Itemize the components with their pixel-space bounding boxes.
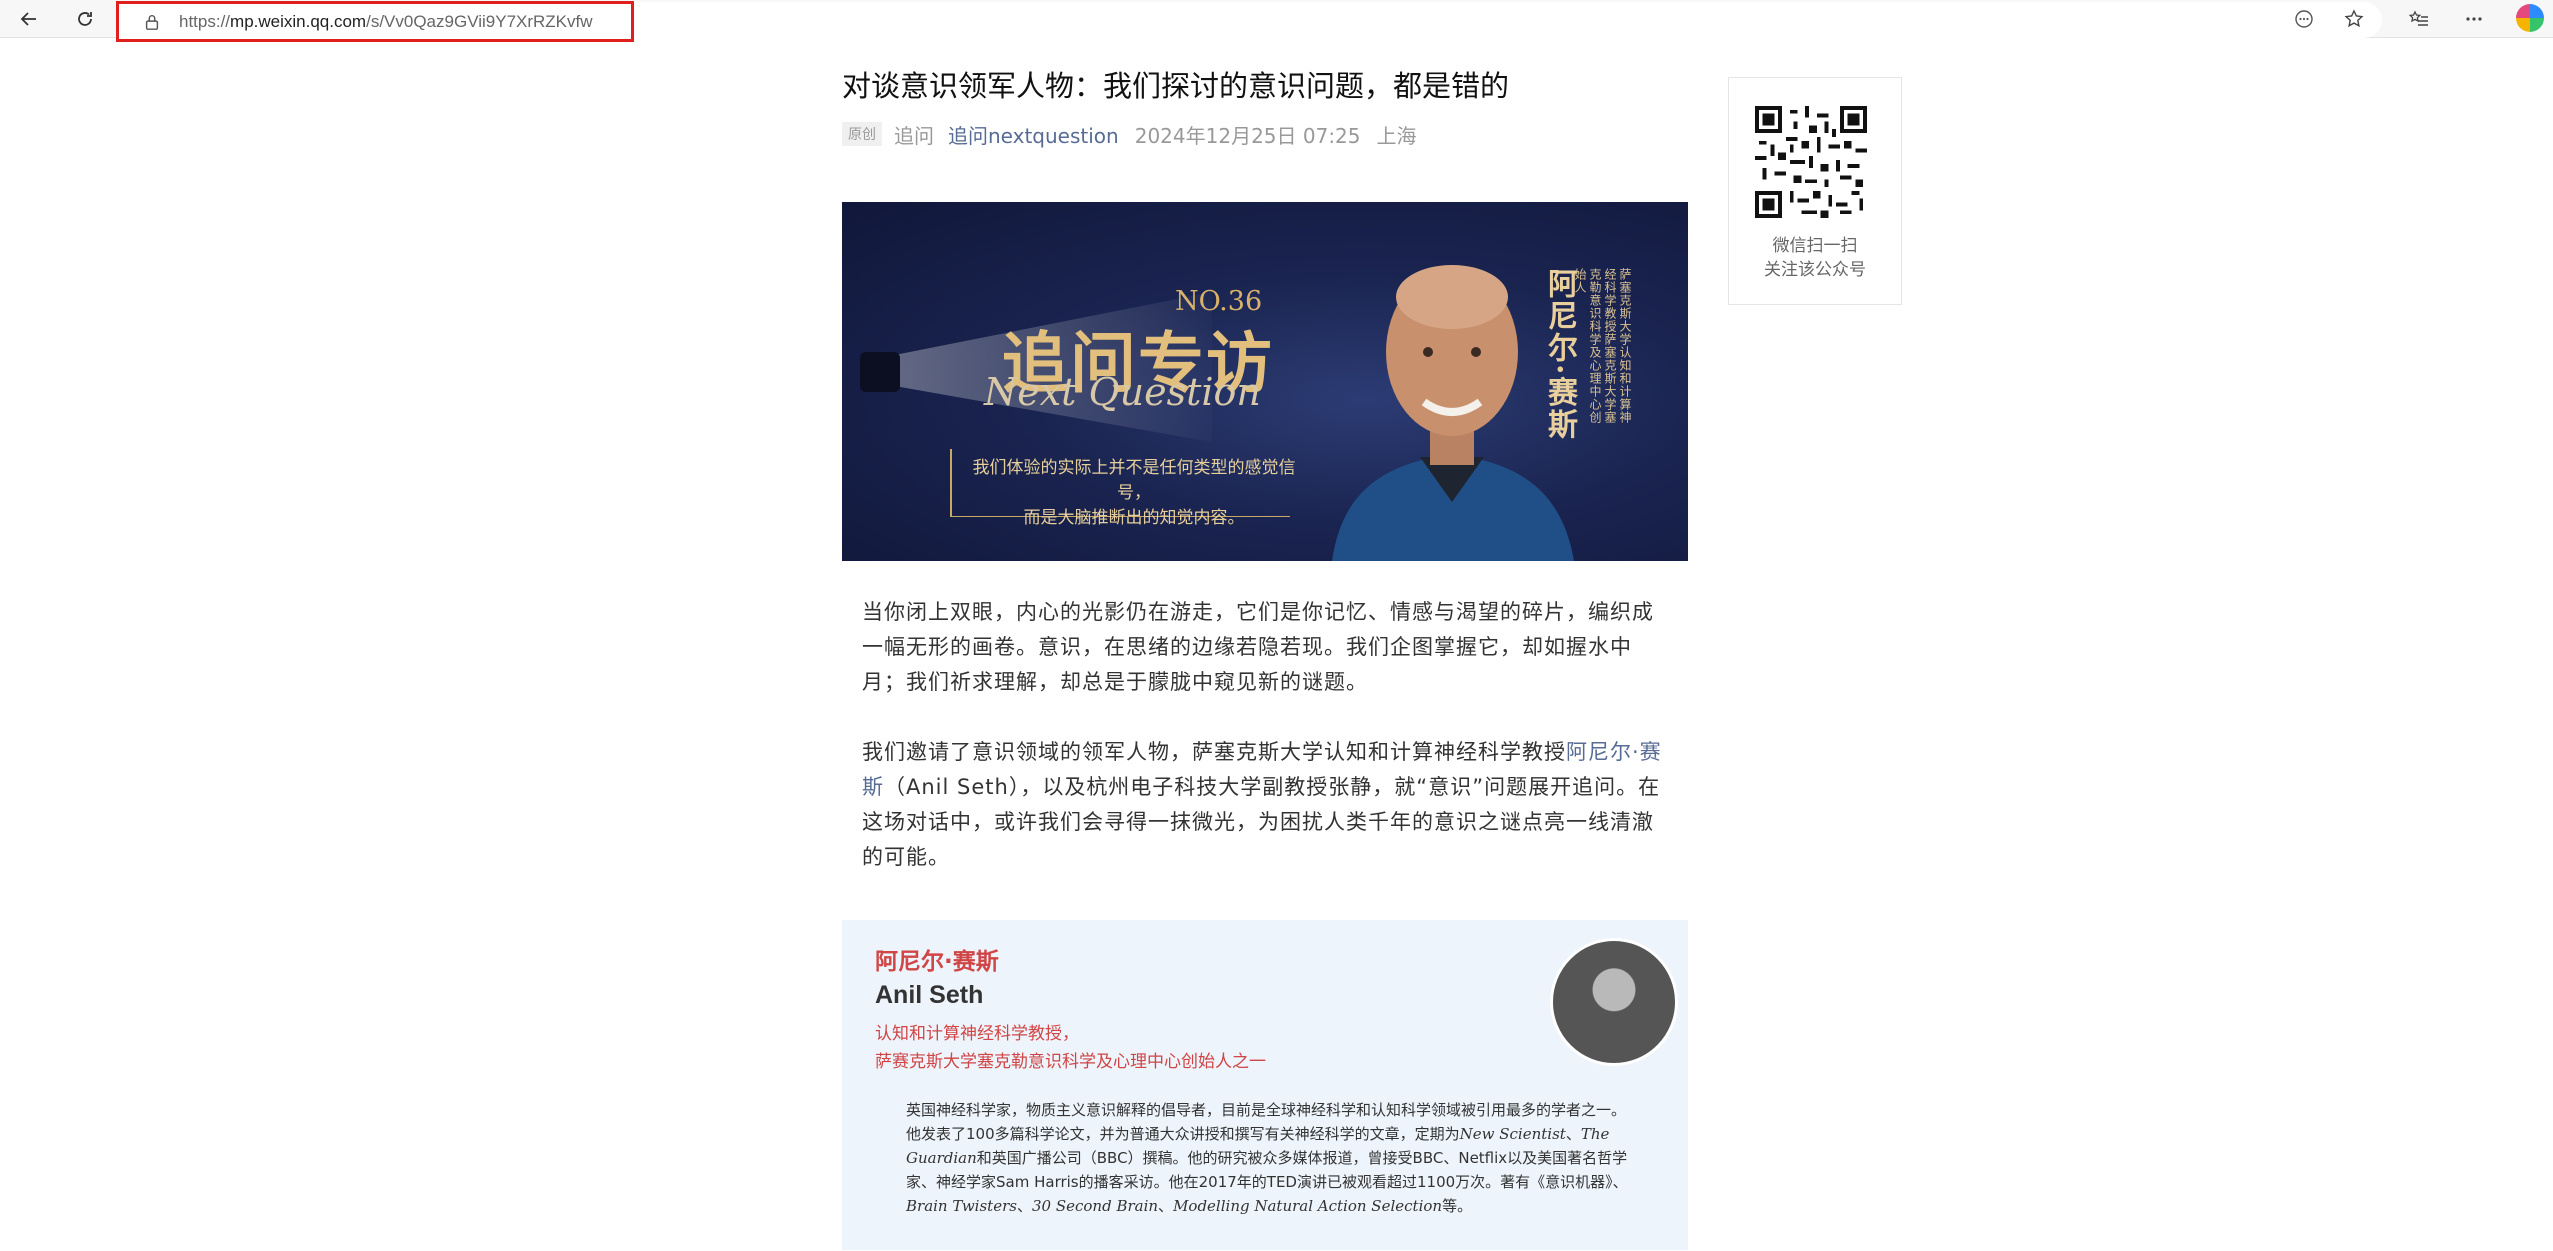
- banner-image: NO.36 追问专访 Next Question 我们体验的实际上并不是任何类型…: [842, 202, 1688, 561]
- banner-side-subtitle: 萨塞克斯大学认知和计算神经科学教授萨塞克斯大学塞克勒意识科学及心理中心创始人: [1573, 268, 1632, 424]
- invite-paragraph: 我们邀请了意识领域的领军人物，萨塞克斯大学认知和计算神经科学教授阿尼尔·赛斯（A…: [862, 740, 1662, 869]
- article-meta: 原创 追问 追问nextquestion 2024年12月25日 07:25 上…: [842, 116, 1688, 152]
- intro-paragraph: 当你闭上双眼，内心的光影仍在游走，它们是你记忆、情感与渴望的碎片，编织成一幅无形…: [862, 600, 1654, 694]
- back-icon[interactable]: [14, 4, 44, 34]
- profile-card: 阿尼尔·赛斯 Anil Seth 认知和计算神经科学教授， 萨赛克斯大学塞克勒意…: [842, 920, 1688, 1250]
- url-text[interactable]: https://mp.weixin.qq.com/s/Vv0Qaz9GVii9Y…: [179, 12, 593, 32]
- copilot-icon[interactable]: [2516, 4, 2544, 32]
- address-bar[interactable]: https://mp.weixin.qq.com/s/Vv0Qaz9GVii9Y…: [116, 1, 634, 42]
- account-link[interactable]: 追问nextquestion: [948, 120, 1119, 149]
- original-badge: 原创: [842, 122, 882, 146]
- refresh-icon[interactable]: [70, 4, 100, 34]
- favorites-list-icon[interactable]: [2404, 4, 2434, 34]
- profile-name-en: Anil Seth: [875, 981, 984, 1009]
- article-title: 对谈意识领军人物：我们探讨的意识问题，都是错的: [842, 69, 1510, 103]
- more-menu-icon[interactable]: [2459, 4, 2489, 34]
- banner-quote: 我们体验的实际上并不是任何类型的感觉信号， 而是大脑推断出的知觉内容。: [972, 458, 1296, 528]
- avatar: [1550, 938, 1678, 1066]
- author-name: 追问: [894, 123, 934, 148]
- omnibox[interactable]: [634, 2, 2382, 38]
- lock-icon[interactable]: [143, 13, 165, 31]
- article: 对谈意识领军人物：我们探讨的意识问题，都是错的 原创 追问 追问nextques…: [842, 62, 1688, 1250]
- profile-bio: 英国神经科学家，物质主义意识解释的倡导者，目前是全球神经科学和认知科学领域被引用…: [906, 1101, 1628, 1215]
- projector-icon: [860, 352, 900, 392]
- publish-location: 上海: [1376, 123, 1417, 148]
- qr-code: [1755, 106, 1867, 218]
- profile-role: 认知和计算神经科学教授， 萨赛克斯大学塞克勒意识科学及心理中心创始人之一: [875, 1024, 1266, 1072]
- publish-date: 2024年12月25日 07:25: [1134, 123, 1361, 148]
- favorite-star-icon[interactable]: [2339, 4, 2369, 34]
- qr-caption: 微信扫一扫 关注该公众号: [1764, 236, 1866, 280]
- profile-name-cn: 阿尼尔·赛斯: [875, 949, 999, 975]
- banner-subtitle: Next Question: [984, 370, 1261, 414]
- reader-more-icon[interactable]: [2289, 4, 2319, 34]
- browser-toolbar: https://mp.weixin.qq.com/s/Vv0Qaz9GVii9Y…: [0, 0, 2553, 42]
- qr-panel: 微信扫一扫 关注该公众号: [1728, 77, 1902, 305]
